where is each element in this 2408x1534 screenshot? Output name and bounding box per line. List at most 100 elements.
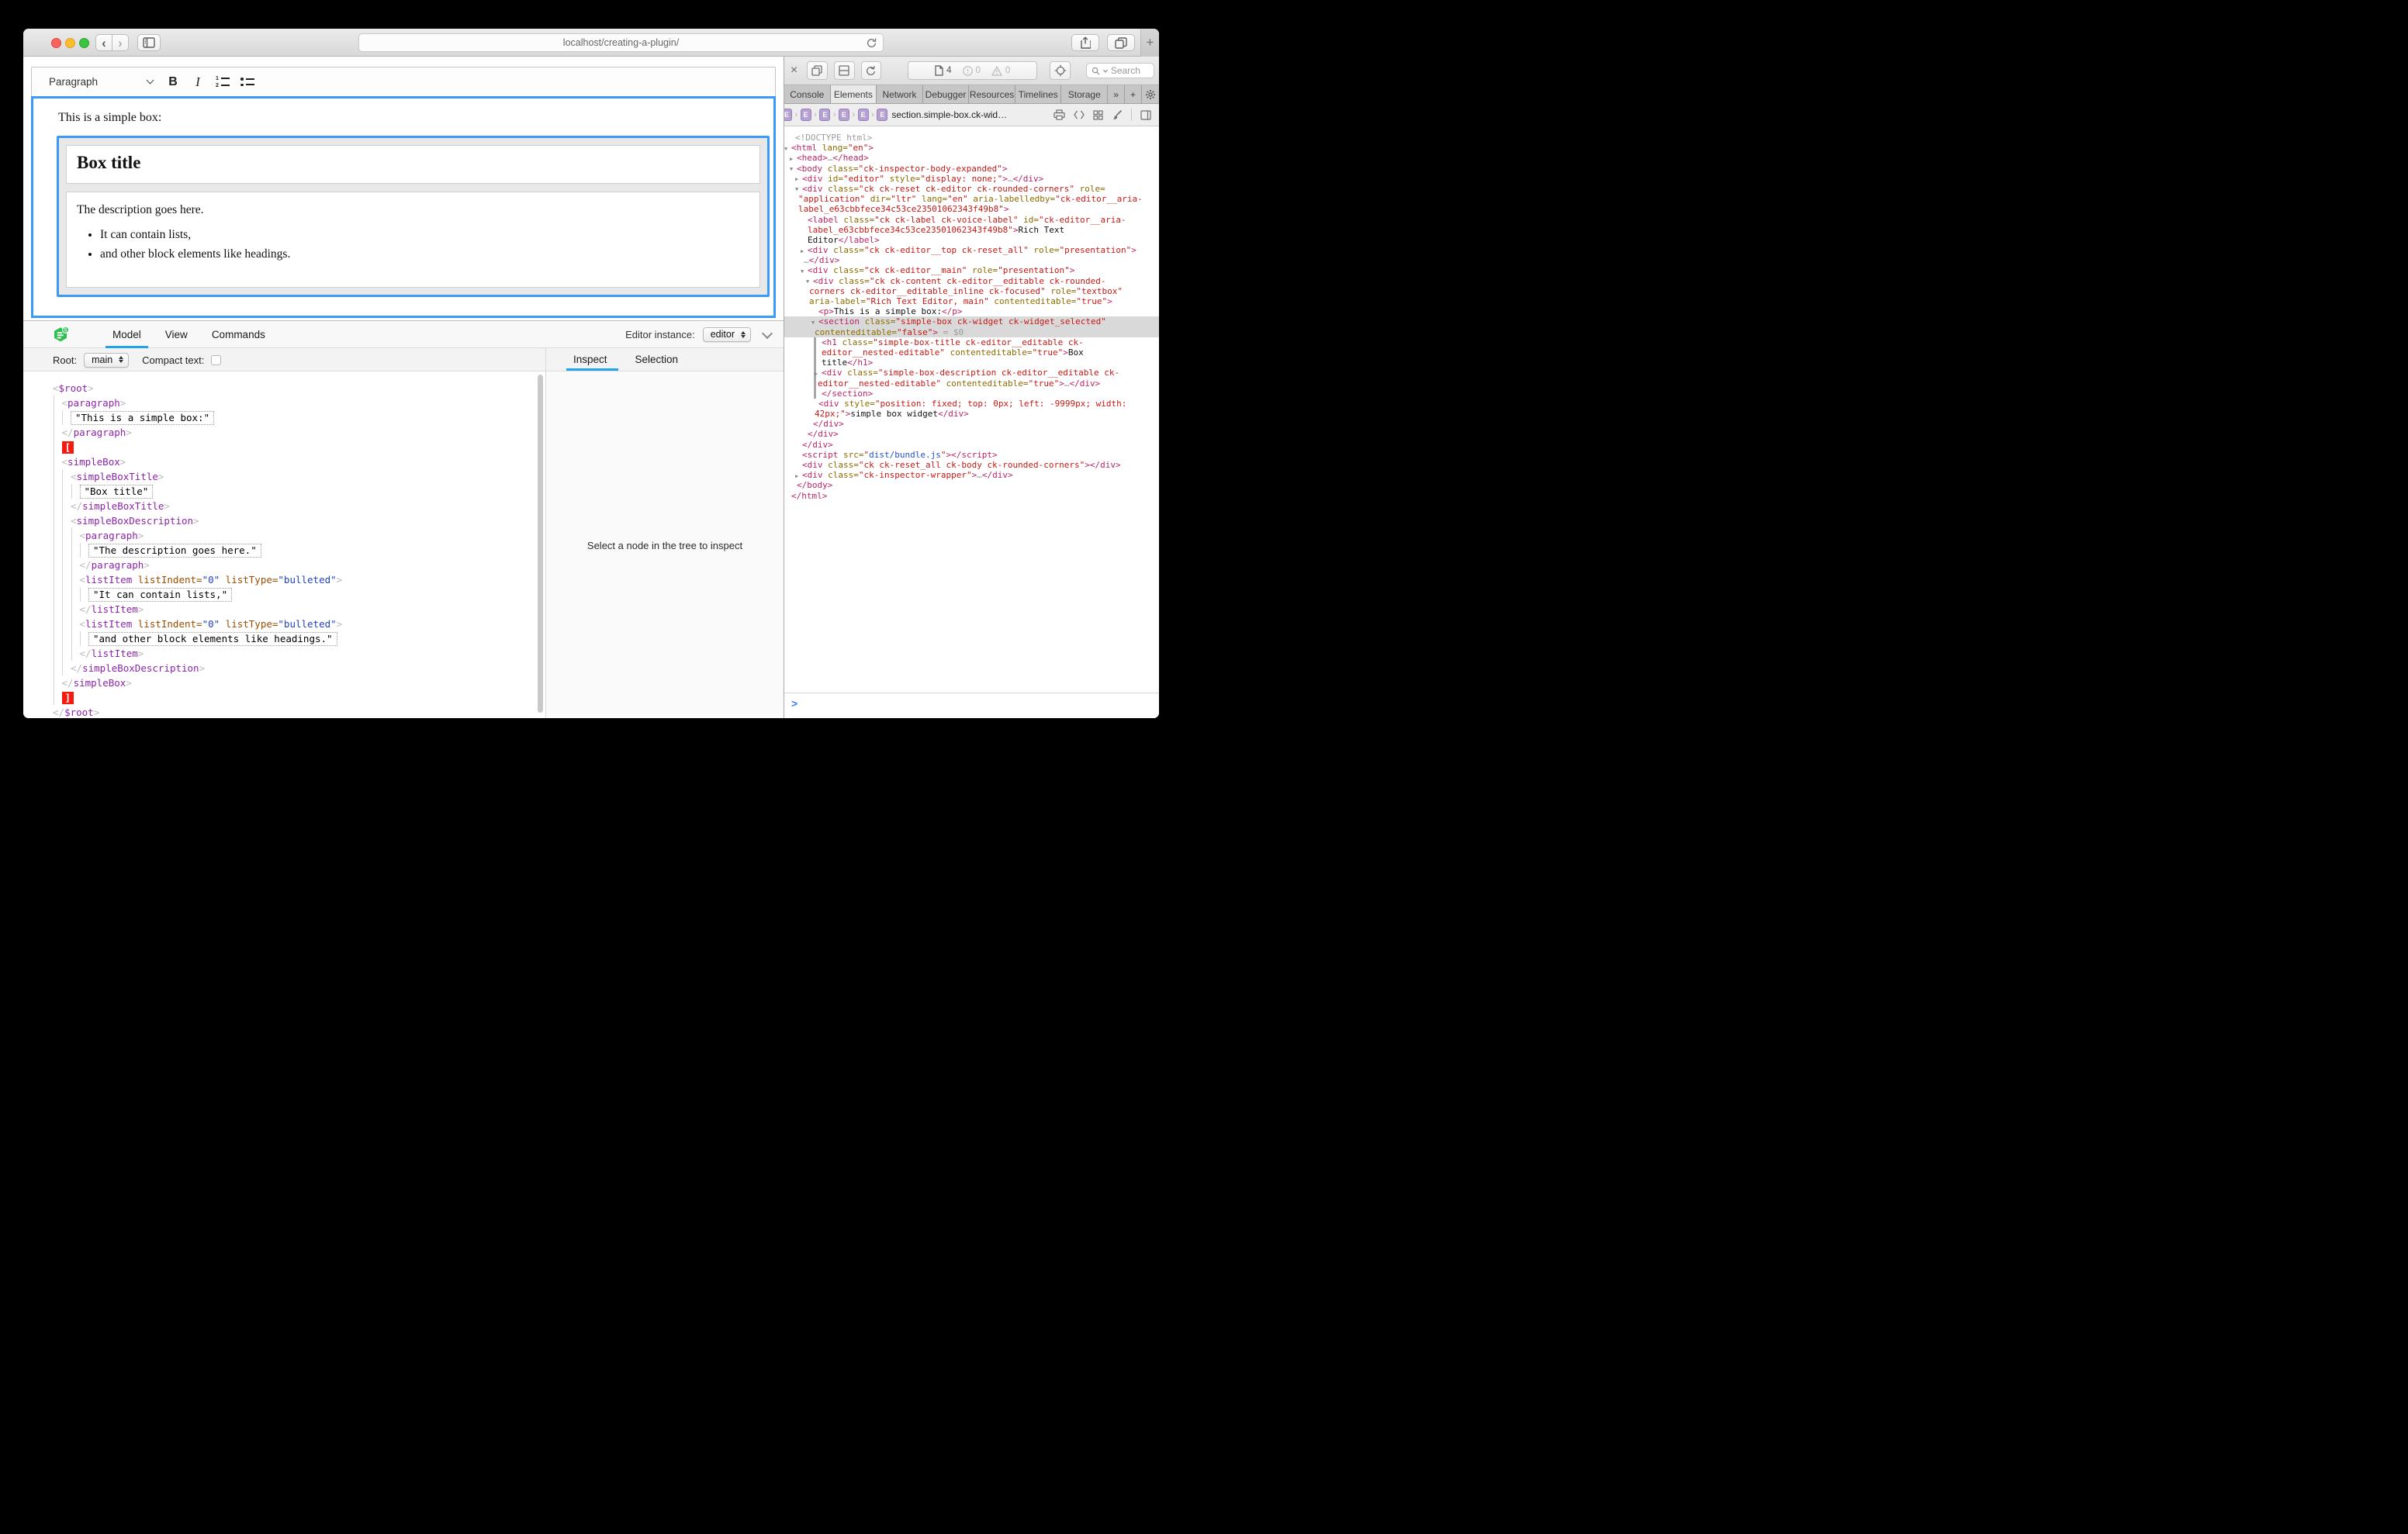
dom-tree-node[interactable]: editor__nested-editable" contenteditable… xyxy=(784,378,1159,389)
model-tree-node[interactable]: <paragraph> xyxy=(23,396,545,410)
breadcrumb-selected-node[interactable]: section.simple-box.ck-wid… xyxy=(891,109,1007,120)
dom-tree-node[interactable]: </section> xyxy=(784,389,1159,399)
share-button[interactable] xyxy=(1071,34,1099,51)
grid-layout-icon[interactable] xyxy=(1093,110,1103,120)
dom-tree-node[interactable]: corners ck-editor__editable_inline ck-fo… xyxy=(784,286,1159,296)
new-tab-button[interactable]: + xyxy=(1140,29,1159,57)
italic-button[interactable]: I xyxy=(185,71,210,93)
details-sidebar-icon[interactable] xyxy=(1140,110,1151,120)
dom-tree-node[interactable]: <div class="ck ck-reset_all ck-body ck-r… xyxy=(784,460,1159,470)
back-button[interactable]: ‹ xyxy=(95,34,112,51)
dom-tree-node[interactable]: aria-label="Rich Text Editor, main" cont… xyxy=(784,296,1159,306)
numbered-list-button[interactable]: 1 2 xyxy=(210,71,235,93)
intro-paragraph[interactable]: This is a simple box: xyxy=(58,111,767,125)
simple-box-description[interactable]: The description goes here. It can contai… xyxy=(66,192,760,288)
tab-commands[interactable]: Commands xyxy=(205,321,272,348)
model-tree-node[interactable]: </simpleBoxTitle> xyxy=(23,499,545,513)
tab-timelines[interactable]: Timelines xyxy=(1015,85,1062,103)
model-tree-node[interactable]: <simpleBox> xyxy=(23,454,545,469)
dom-tree-node[interactable]: "application" dir="ltr" lang="en" aria-l… xyxy=(784,194,1159,204)
compact-text-checkbox[interactable] xyxy=(211,355,221,365)
dom-tree-node[interactable]: ▼<html lang="en"> xyxy=(784,143,1159,153)
element-badge-icon[interactable]: E xyxy=(839,109,849,121)
model-tree-node[interactable]: "This is a simple box:" xyxy=(23,410,545,425)
dom-tree-node[interactable]: ▶<head>…</head> xyxy=(784,153,1159,163)
description-paragraph[interactable]: The description goes here. xyxy=(77,203,749,217)
dom-tree-node[interactable]: ▶<div class="simple-box-description ck-e… xyxy=(784,368,1159,378)
heading-dropdown[interactable]: Paragraph xyxy=(43,71,161,93)
element-badge-icon[interactable]: E xyxy=(784,109,792,121)
tab-storage[interactable]: Storage xyxy=(1061,85,1108,103)
element-badge-icon[interactable]: E xyxy=(877,109,887,121)
dom-tree-node[interactable]: editor__nested-editable" contenteditable… xyxy=(784,347,1159,358)
dom-tree-node[interactable]: </div> xyxy=(784,429,1159,439)
dom-tree-node[interactable]: ▶<div id="editor" style="display: none;"… xyxy=(784,174,1159,184)
model-tree-node[interactable]: </listItem> xyxy=(23,646,545,661)
dom-tree-node[interactable]: <label class="ck ck-label ck-voice-label… xyxy=(784,215,1159,225)
detach-devtools-button[interactable] xyxy=(807,61,828,80)
model-tree-node[interactable]: <simpleBoxDescription> xyxy=(23,513,545,528)
dom-tree-node[interactable]: ▼<body class="ck-inspector-body-expanded… xyxy=(784,164,1159,174)
model-text-node[interactable]: "The description goes here." xyxy=(88,544,261,558)
dom-tree-node[interactable]: <!DOCTYPE html> xyxy=(784,133,1159,143)
forward-button[interactable]: › xyxy=(112,34,129,51)
model-tree-node[interactable]: <paragraph> xyxy=(23,528,545,543)
element-badge-icon[interactable]: E xyxy=(819,109,830,121)
dom-tree-node[interactable]: <div style="position: fixed; top: 0px; l… xyxy=(784,399,1159,409)
dom-tree-node[interactable]: ▶<div class="ck-inspector-wrapper">…</di… xyxy=(784,470,1159,480)
dom-tree-node[interactable]: ▶<div class="ck ck-editor__top ck-reset_… xyxy=(784,245,1159,255)
dom-tree-node[interactable]: …</div> xyxy=(784,255,1159,265)
dom-tree-node[interactable]: ▼<div class="ck ck-reset ck-editor ck-ro… xyxy=(784,184,1159,194)
model-tree-node[interactable]: </paragraph> xyxy=(23,425,545,440)
tab-debugger[interactable]: Debugger xyxy=(923,85,970,103)
model-text-node[interactable]: "Box title" xyxy=(80,485,154,499)
console-prompt-bar[interactable]: > xyxy=(784,693,1159,718)
source-code-icon[interactable] xyxy=(1074,110,1085,119)
editor-editable-area[interactable]: This is a simple box: Box title The desc… xyxy=(31,96,776,318)
model-tree-node[interactable]: </simpleBox> xyxy=(23,675,545,690)
model-text-node[interactable]: "It can contain lists," xyxy=(88,588,232,602)
simple-box-widget[interactable]: Box title The description goes here. It … xyxy=(57,136,770,297)
dom-tree-node[interactable]: label_e63cbbfece34c53ce23501062343f49b8"… xyxy=(784,225,1159,235)
dom-tree-node[interactable]: Editor</label> xyxy=(784,235,1159,245)
dom-tree-node[interactable]: <h1 class="simple-box-title ck-editor__e… xyxy=(784,337,1159,347)
dom-tree-node[interactable]: 42px;">simple box widget</div> xyxy=(784,409,1159,419)
dom-tree-node[interactable]: contenteditable="false"> = $0 xyxy=(784,327,1159,337)
close-window-button[interactable] xyxy=(51,38,61,48)
tab-elements[interactable]: Elements xyxy=(831,85,877,103)
model-tree-node[interactable]: </simpleBoxDescription> xyxy=(23,661,545,675)
tab-console[interactable]: Console xyxy=(784,85,831,103)
root-select[interactable]: main xyxy=(84,353,129,368)
tab-resources[interactable]: Resources xyxy=(969,85,1015,103)
add-tab-button[interactable]: + xyxy=(1125,85,1142,103)
error-count[interactable]: 0 xyxy=(963,66,981,76)
devtools-settings-button[interactable] xyxy=(1142,85,1159,103)
simple-box-title[interactable]: Box title xyxy=(66,145,760,184)
model-tree-node[interactable]: </paragraph> xyxy=(23,558,545,572)
dom-tree-node[interactable]: <p>This is a simple box:</p> xyxy=(784,306,1159,316)
model-tree-node[interactable]: "Box title" xyxy=(23,484,545,499)
editor-instance-select[interactable]: editor xyxy=(703,327,751,342)
devtools-search-field[interactable]: Search xyxy=(1086,63,1154,78)
model-tree-node[interactable]: <simpleBoxTitle> xyxy=(23,469,545,484)
model-tree-node[interactable]: </listItem> xyxy=(23,602,545,617)
collapse-inspector-icon[interactable] xyxy=(762,327,773,338)
model-text-node[interactable]: "This is a simple box:" xyxy=(71,411,214,425)
model-tree-node[interactable]: "The description goes here." xyxy=(23,543,545,558)
zoom-window-button[interactable] xyxy=(79,38,89,48)
model-tree-node[interactable]: <listItem listIndent="0" listType="bulle… xyxy=(23,617,545,631)
warning-count[interactable]: 0 xyxy=(991,66,1010,76)
model-tree-node[interactable]: <$root> xyxy=(23,381,545,396)
close-devtools-button[interactable]: × xyxy=(787,64,801,78)
dom-tree-node[interactable]: </html> xyxy=(784,491,1159,501)
tab-selection[interactable]: Selection xyxy=(629,348,685,371)
model-text-node[interactable]: "and other block elements like headings.… xyxy=(88,632,337,646)
resource-count[interactable]: 4 xyxy=(935,65,951,76)
list-item[interactable]: It can contain lists, xyxy=(100,228,749,242)
tab-model[interactable]: Model xyxy=(106,321,148,348)
tab-view[interactable]: View xyxy=(158,321,195,348)
element-badge-icon[interactable]: E xyxy=(801,109,811,121)
dom-tree-node[interactable]: label_e63cbbfece34c53ce23501062343f49b8"… xyxy=(784,204,1159,214)
dom-tree-node[interactable]: title</h1> xyxy=(784,358,1159,368)
element-badge-icon[interactable]: E xyxy=(858,109,869,121)
